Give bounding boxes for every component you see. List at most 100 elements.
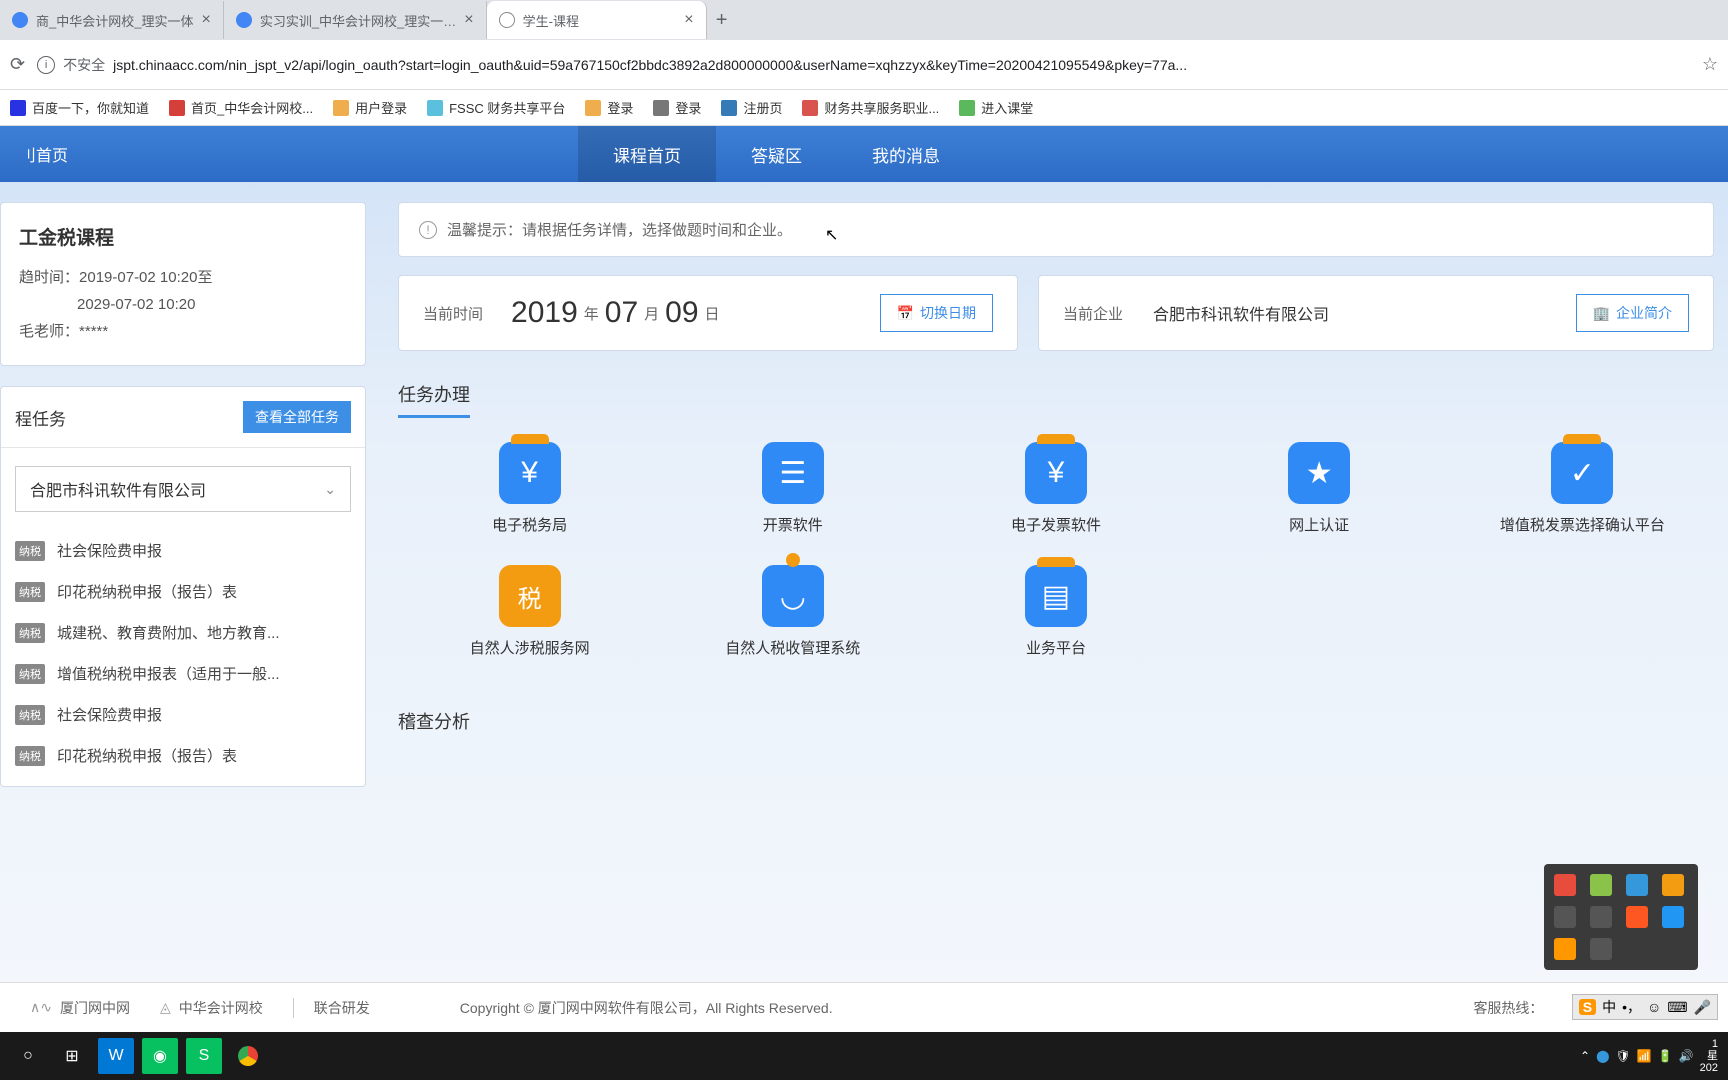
view-all-button[interactable]: 查看全部任务 [243, 401, 351, 433]
float-icon[interactable] [1554, 906, 1576, 928]
nav-messages[interactable]: 我的消息 [837, 126, 975, 182]
bookmark-item[interactable]: 首页_中华会计网校... [169, 98, 313, 117]
float-icon[interactable] [1590, 906, 1612, 928]
taskbar-app-3[interactable]: S [186, 1038, 222, 1074]
tray-chevron-icon[interactable]: ⌃ [1580, 1049, 1590, 1063]
app-etax-bureau[interactable]: ¥电子税务局 [398, 442, 661, 535]
app-business-platform[interactable]: ▤业务平台 [924, 565, 1187, 658]
task-view-icon[interactable]: ⊞ [54, 1038, 90, 1074]
tray-wifi-icon[interactable]: 📶 [1637, 1049, 1652, 1063]
course-card: 工金税课程 趋时间：2019-07-02 10:20至 2029-07-02 1… [0, 202, 366, 366]
ime-punct-icon[interactable]: •， [1622, 997, 1641, 1017]
tab-1[interactable]: 商_中华会计网校_理实一体 × [0, 1, 224, 39]
float-icon[interactable] [1662, 906, 1684, 928]
content: 工金税课程 趋时间：2019-07-02 10:20至 2029-07-02 1… [0, 182, 1728, 1080]
nav-home[interactable]: 刂首页 [0, 142, 88, 166]
float-icon[interactable] [1662, 874, 1684, 896]
app-grid: ¥电子税务局 ☰开票软件 ¥电子发票软件 ★网上认证 ✓增值税发票选择确认平台 … [398, 442, 1714, 658]
footer-joint: 联合研发 [293, 998, 370, 1018]
ime-lang[interactable]: 中 [1602, 997, 1616, 1017]
system-tray[interactable]: ⌃ ⬤ 🛡 📶 🔋 🔊 1星202 [1580, 1038, 1718, 1074]
bookmark-item[interactable]: 登录 [585, 98, 633, 117]
float-icon[interactable] [1554, 874, 1576, 896]
app-natural-tax-mgmt[interactable]: ◡自然人税收管理系统 [661, 565, 924, 658]
task-item[interactable]: 纳税印花税纳税申报（报告）表 [1, 571, 365, 612]
nav-course-home[interactable]: 课程首页 [578, 126, 716, 182]
taskbar-wechat[interactable]: ◉ [142, 1038, 178, 1074]
task-item[interactable]: 纳税印花税纳税申报（报告）表 [1, 735, 365, 776]
task-badge: 纳税 [15, 705, 45, 725]
floating-panel[interactable] [1544, 864, 1698, 970]
float-icon[interactable] [1554, 938, 1576, 960]
bookmark-item[interactable]: FSSC 财务共享平台 [427, 98, 565, 117]
app-einvoice-software[interactable]: ¥电子发票软件 [924, 442, 1187, 535]
ime-keyboard-icon[interactable]: ⌨ [1667, 999, 1687, 1016]
taskbar-chrome[interactable] [230, 1038, 266, 1074]
float-icon[interactable] [1626, 906, 1648, 928]
tab-3-active[interactable]: 学生-课程 × [487, 1, 707, 39]
calendar-icon: 📅 [897, 305, 914, 322]
tray-battery-icon[interactable]: 🔋 [1658, 1049, 1673, 1063]
course-teacher: 毛老师：***** [19, 318, 347, 345]
bookmark-item[interactable]: 用户登录 [333, 98, 407, 117]
course-title: 工金税课程 [19, 223, 347, 250]
bookmark-item[interactable]: 进入课堂 [959, 98, 1033, 117]
task-item[interactable]: 纳税社会保险费申报 [1, 530, 365, 571]
app-natural-person-tax[interactable]: 税自然人涉税服务网 [398, 565, 661, 658]
tab-2[interactable]: 实习实训_中华会计网校_理实一… × [224, 1, 487, 39]
bookmark-item[interactable]: 注册页 [721, 98, 782, 117]
current-date-box: 当前时间 2019 年 07 月 09 日 📅切换日期 [398, 275, 1018, 351]
float-icon[interactable] [1590, 938, 1612, 960]
close-icon[interactable]: × [684, 11, 693, 29]
task-item[interactable]: 纳税社会保险费申报 [1, 694, 365, 735]
tab-favicon [236, 12, 252, 28]
course-time-start: 趋时间：2019-07-02 10:20至 [19, 264, 347, 291]
info-icon[interactable]: i [37, 56, 55, 74]
bookmark-star-icon[interactable]: ☆ [1702, 54, 1718, 75]
ime-face-icon[interactable]: ☺ [1647, 999, 1661, 1015]
nav-qa[interactable]: 答疑区 [716, 126, 837, 182]
info-row: 当前时间 2019 年 07 月 09 日 📅切换日期 当前企业 合肥市科讯软件… [398, 275, 1714, 351]
app-online-auth[interactable]: ★网上认证 [1188, 442, 1451, 535]
chevron-down-icon: ⌄ [324, 481, 336, 498]
clock[interactable]: 1星202 [1700, 1038, 1718, 1074]
address-bar: ⟳ i 不安全 jspt.chinaacc.com/nin_jspt_v2/ap… [0, 40, 1728, 90]
switch-date-button[interactable]: 📅切换日期 [880, 294, 993, 332]
footer: ∧∿厦门网中网 ◬中华会计网校 联合研发 Copyright © 厦门网中网软件… [0, 982, 1728, 1032]
tray-icon[interactable]: ⬤ [1596, 1049, 1609, 1063]
tray-icon[interactable]: 🛡 [1616, 1049, 1631, 1063]
url-field[interactable]: i 不安全 jspt.chinaacc.com/nin_jspt_v2/api/… [37, 55, 1690, 75]
left-panel: 工金税课程 趋时间：2019-07-02 10:20至 2029-07-02 1… [0, 202, 380, 1080]
bookmark-item[interactable]: 登录 [653, 98, 701, 117]
bookmark-icon [10, 100, 26, 116]
app-invoice-software[interactable]: ☰开票软件 [661, 442, 924, 535]
new-tab-button[interactable]: + [707, 5, 737, 35]
close-icon[interactable]: × [201, 11, 210, 29]
search-icon[interactable]: ○ [10, 1038, 46, 1074]
building-icon: 🏢 [1593, 305, 1610, 322]
date-year: 2019 [511, 296, 578, 330]
task-badge: 纳税 [15, 664, 45, 684]
bookmark-item[interactable]: 财务共享服务职业... [802, 98, 939, 117]
tab-title: 学生-课程 [523, 11, 579, 30]
float-icon[interactable] [1590, 874, 1612, 896]
bookmark-icon [427, 100, 443, 116]
hotline-label: 客服热线： [1473, 998, 1543, 1018]
close-icon[interactable]: × [464, 11, 473, 29]
ime-mic-icon[interactable]: 🎤 [1694, 999, 1711, 1016]
float-icon[interactable] [1626, 874, 1648, 896]
company-dropdown[interactable]: 合肥市科讯软件有限公司 ⌄ [15, 466, 351, 512]
task-item[interactable]: 纳税增值税纳税申报表（适用于一般... [1, 653, 365, 694]
task-item[interactable]: 纳税城建税、教育费附加、地方教育... [1, 612, 365, 653]
tray-volume-icon[interactable]: 🔊 [1679, 1049, 1694, 1063]
app-vat-platform[interactable]: ✓增值税发票选择确认平台 [1451, 442, 1714, 535]
reload-icon[interactable]: ⟳ [10, 54, 25, 75]
company-intro-button[interactable]: 🏢企业简介 [1576, 294, 1689, 332]
tip-bar: ! 温馨提示：请根据任务详情，选择做题时间和企业。 [398, 202, 1714, 257]
globe-icon [499, 12, 515, 28]
ime-bar[interactable]: S 中 •， ☺ ⌨ 🎤 [1572, 994, 1718, 1020]
taskbar-app-1[interactable]: W [98, 1038, 134, 1074]
task-badge: 纳税 [15, 746, 45, 766]
bookmark-item[interactable]: 百度一下，你就知道 [10, 98, 149, 117]
tab-title: 实习实训_中华会计网校_理实一… [260, 11, 456, 30]
